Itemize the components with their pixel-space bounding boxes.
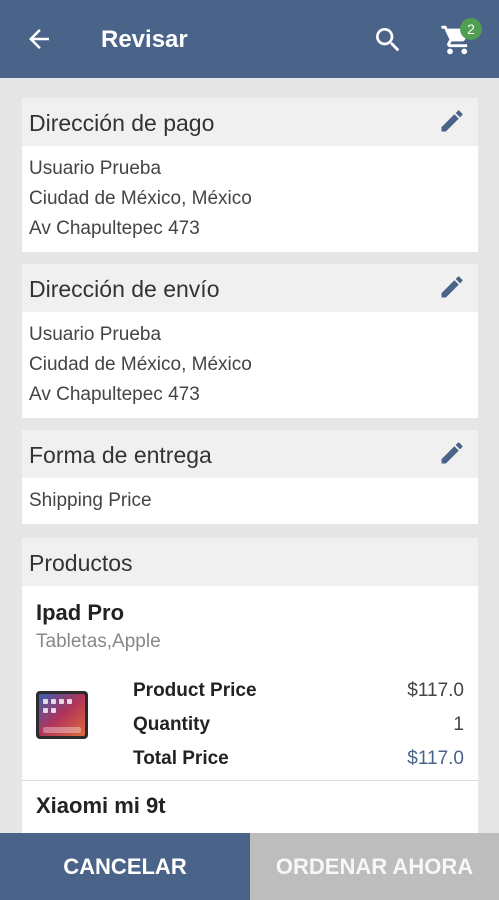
product-price-value: $117.0 (407, 680, 464, 701)
product-pricing: Product Price $117.0 Quantity 1 Total Pr… (22, 656, 478, 780)
shipping-address-heading: Dirección de envío (29, 276, 220, 302)
review-content[interactable]: Dirección de pago Usuario Prueba Ciudad … (0, 78, 499, 833)
product-price-label: Product Price (133, 680, 257, 701)
payment-name: Usuario Prueba (29, 158, 162, 179)
products-heading: Productos (29, 550, 133, 576)
page-title: Revisar (101, 26, 188, 53)
delivery-method-heading: Forma de entrega (29, 442, 212, 468)
delivery-method-value: Shipping Price (29, 490, 152, 511)
total-price-value: $117.0 (407, 748, 464, 769)
edit-pencil-icon[interactable] (438, 273, 466, 301)
product-category: Tabletas,Apple (36, 631, 161, 652)
shipping-address-card: Dirección de envío Usuario Prueba Ciudad… (22, 264, 478, 418)
product-item[interactable]: Ipad Pro Tabletas,Apple (22, 586, 478, 656)
products-header: Productos (22, 538, 478, 586)
payment-address-card: Dirección de pago Usuario Prueba Ciudad … (22, 98, 478, 252)
search-icon[interactable] (372, 24, 404, 56)
product-name: Ipad Pro (36, 600, 125, 625)
shipping-address-header: Dirección de envío (22, 264, 478, 312)
order-now-button[interactable]: ORDENAR AHORA (250, 833, 499, 900)
delivery-method-header: Forma de entrega (22, 430, 478, 478)
delivery-method-card: Forma de entrega Shipping Price (22, 430, 478, 524)
app-bar: Revisar 2 (0, 0, 499, 78)
shipping-street: Av Chapultepec 473 (29, 384, 200, 405)
quantity-value: 1 (453, 714, 464, 735)
ipad-product-image (36, 691, 88, 739)
back-arrow-icon[interactable] (24, 24, 54, 54)
product-name: Xiaomi mi 9t (36, 793, 166, 818)
shipping-name: Usuario Prueba (29, 324, 162, 345)
cart-count-badge: 2 (460, 18, 482, 40)
edit-pencil-icon[interactable] (438, 107, 466, 135)
total-price-label: Total Price (133, 748, 229, 769)
payment-city: Ciudad de México, México (29, 188, 252, 209)
payment-street: Av Chapultepec 473 (29, 218, 200, 239)
products-card: Productos Ipad Pro Tabletas,Apple Produc… (22, 538, 478, 833)
shipping-city: Ciudad de México, México (29, 354, 252, 375)
payment-address-heading: Dirección de pago (29, 110, 215, 136)
cancel-button[interactable]: CANCELAR (0, 833, 250, 900)
quantity-label: Quantity (133, 714, 211, 735)
payment-address-header: Dirección de pago (22, 98, 478, 146)
edit-pencil-icon[interactable] (438, 439, 466, 467)
bottom-action-bar: CANCELAR ORDENAR AHORA (0, 833, 499, 900)
